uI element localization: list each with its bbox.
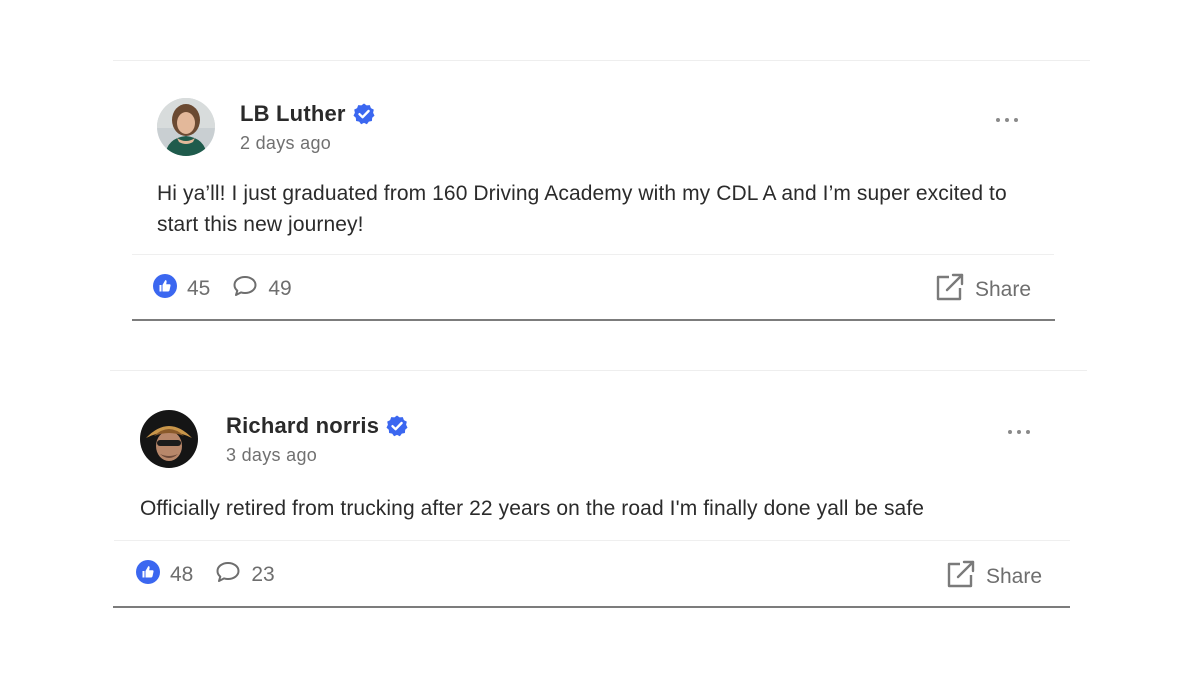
- author-name[interactable]: Richard norris: [226, 413, 379, 439]
- more-dot: [1026, 430, 1030, 434]
- thumbs-up-icon: [153, 274, 177, 303]
- more-dot: [1014, 118, 1018, 122]
- like-count: 45: [187, 276, 211, 300]
- post-header: LB Luther 2 days ago: [157, 98, 376, 156]
- share-label: Share: [986, 564, 1043, 588]
- post-meta: LB Luther 2 days ago: [240, 101, 376, 154]
- more-options-icon[interactable]: [992, 114, 1022, 126]
- post-actions: 45 49: [153, 274, 292, 303]
- post-bottom-border: [113, 606, 1070, 608]
- post-card: Richard norris 3 days ago Officially ret…: [110, 370, 1087, 608]
- post-divider: [132, 254, 1054, 255]
- comment-count: 49: [268, 276, 292, 300]
- post-divider: [114, 540, 1070, 541]
- post-timestamp: 2 days ago: [240, 132, 332, 153]
- more-dot: [1017, 430, 1021, 434]
- more-dot: [1005, 118, 1009, 122]
- avatar[interactable]: [157, 98, 215, 156]
- post-bottom-border: [132, 319, 1055, 321]
- post-card: LB Luther 2 days ago Hi ya’ll! I just gr…: [113, 60, 1090, 321]
- thumbs-up-icon: [136, 560, 160, 589]
- post-meta: Richard norris 3 days ago: [226, 413, 409, 466]
- like-button[interactable]: 45: [153, 274, 210, 303]
- post-top-border: [110, 370, 1087, 371]
- comment-count: 23: [251, 562, 275, 586]
- like-button[interactable]: 48: [136, 560, 193, 589]
- author-name[interactable]: LB Luther: [240, 101, 346, 127]
- author-row: Richard norris: [226, 413, 409, 439]
- external-share-icon: [935, 272, 965, 307]
- post-header: Richard norris 3 days ago: [140, 410, 409, 468]
- post-actions: 48 23: [136, 560, 275, 589]
- comment-bubble-icon: [215, 560, 241, 589]
- author-row: LB Luther: [240, 101, 376, 127]
- more-dot: [996, 118, 1000, 122]
- more-dot: [1008, 430, 1012, 434]
- share-label: Share: [975, 277, 1032, 301]
- more-options-icon[interactable]: [1004, 426, 1034, 438]
- verified-badge-icon: [352, 102, 376, 126]
- comment-bubble-icon: [232, 274, 258, 303]
- verified-badge-icon: [385, 414, 409, 438]
- post-body: Hi ya’ll! I just graduated from 160 Driv…: [157, 182, 1007, 236]
- post-timestamp: 3 days ago: [226, 444, 318, 465]
- share-button[interactable]: Share: [935, 272, 1031, 307]
- external-share-icon: [946, 559, 976, 594]
- post-top-border: [113, 60, 1090, 61]
- comment-button[interactable]: 49: [232, 274, 292, 303]
- like-count: 48: [170, 562, 194, 586]
- avatar[interactable]: [140, 410, 198, 468]
- comment-button[interactable]: 23: [215, 560, 275, 589]
- post-body: Officially retired from trucking after 2…: [140, 497, 925, 520]
- share-button[interactable]: Share: [946, 559, 1042, 594]
